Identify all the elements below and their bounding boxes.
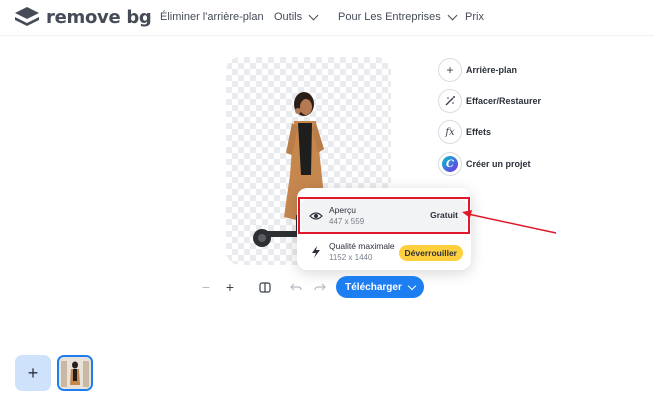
tool-create-project[interactable]: C Créer un projet <box>438 152 531 176</box>
chevron-down-icon <box>407 281 417 290</box>
logo-text: remove bg <box>46 6 152 28</box>
annotation-highlight-box <box>298 197 470 234</box>
removebg-logo[interactable]: remove bg <box>14 6 152 28</box>
tool-create-project-label: Créer un projet <box>466 159 531 169</box>
redo-button[interactable] <box>312 279 328 295</box>
option-max-quality[interactable]: Qualité maximale 1152 x 1440 Déverrouill… <box>301 235 467 269</box>
canva-icon: C <box>438 152 462 176</box>
redo-icon <box>314 283 326 291</box>
unlock-button[interactable]: Déverrouiller <box>398 245 463 261</box>
tool-background-label: Arrière-plan <box>466 65 518 75</box>
top-navigation: remove bg Éliminer l'arrière-plan Outils… <box>0 0 654 36</box>
plus-icon: + <box>438 58 462 82</box>
compare-button[interactable] <box>257 279 273 295</box>
chevron-down-icon <box>308 10 319 20</box>
option-title: Qualité maximale <box>329 241 395 251</box>
tool-effects[interactable]: fx Effets <box>438 120 491 144</box>
nav-tools[interactable]: Outils <box>274 10 319 23</box>
tool-erase-restore[interactable]: Effacer/Restaurer <box>438 89 541 113</box>
zoom-out-button[interactable]: − <box>198 279 214 295</box>
tool-erase-restore-label: Effacer/Restaurer <box>466 96 542 106</box>
nav-pricing[interactable]: Prix <box>465 11 484 23</box>
undo-icon <box>290 283 302 291</box>
compare-icon <box>259 281 271 293</box>
plus-icon: + <box>27 362 39 383</box>
fx-icon: fx <box>438 120 462 144</box>
nav-business[interactable]: Pour Les Entreprises <box>338 10 458 23</box>
nav-remove-background[interactable]: Éliminer l'arrière-plan <box>160 11 264 23</box>
option-size: 1152 x 1440 <box>329 253 373 262</box>
lightning-icon <box>312 246 320 258</box>
download-button[interactable]: Télécharger <box>336 276 424 298</box>
undo-button[interactable] <box>288 279 304 295</box>
logo-layers-icon <box>15 7 39 26</box>
tool-background[interactable]: + Arrière-plan <box>438 58 517 82</box>
thumbnail-image <box>59 357 91 389</box>
chevron-down-icon <box>447 10 458 20</box>
magic-wand-icon <box>438 89 462 113</box>
zoom-in-button[interactable]: + <box>222 279 238 295</box>
image-thumbnail[interactable] <box>57 355 93 391</box>
tool-effects-label: Effets <box>466 127 492 137</box>
add-image-button[interactable]: + <box>15 355 51 391</box>
